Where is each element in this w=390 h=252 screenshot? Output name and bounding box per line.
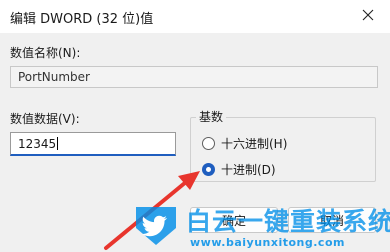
radio-button-unchecked[interactable] (202, 137, 215, 150)
title-bar: 编辑 DWORD (32 位)值 (0, 0, 390, 33)
radio-button-checked[interactable] (202, 163, 215, 176)
watermark-url: www.baiyunxitong.com (190, 236, 345, 249)
value-data-input[interactable]: 12345 (10, 132, 176, 156)
value-data-label: 数值数据(V): (10, 112, 80, 126)
value-data-text: 12345 (18, 137, 57, 151)
watermark-brand: 白云一键重装系统 (186, 207, 390, 236)
dialog-title: 编辑 DWORD (32 位)值 (10, 12, 154, 27)
radio-hexadecimal-label: 十六进制(H) (221, 137, 288, 151)
close-button[interactable] (346, 0, 390, 33)
text-caret (57, 137, 59, 150)
value-name-label: 数值名称(N): (10, 46, 81, 60)
radio-decimal-label: 十进制(D) (221, 163, 276, 177)
value-name-field[interactable]: PortNumber (10, 66, 378, 88)
twitter-bird-icon (134, 206, 178, 246)
close-icon (362, 9, 374, 24)
base-group-title: 基数 (196, 108, 227, 125)
radio-hexadecimal[interactable]: 十六进制(H) (202, 135, 287, 152)
radio-decimal[interactable]: 十进制(D) (202, 161, 276, 178)
